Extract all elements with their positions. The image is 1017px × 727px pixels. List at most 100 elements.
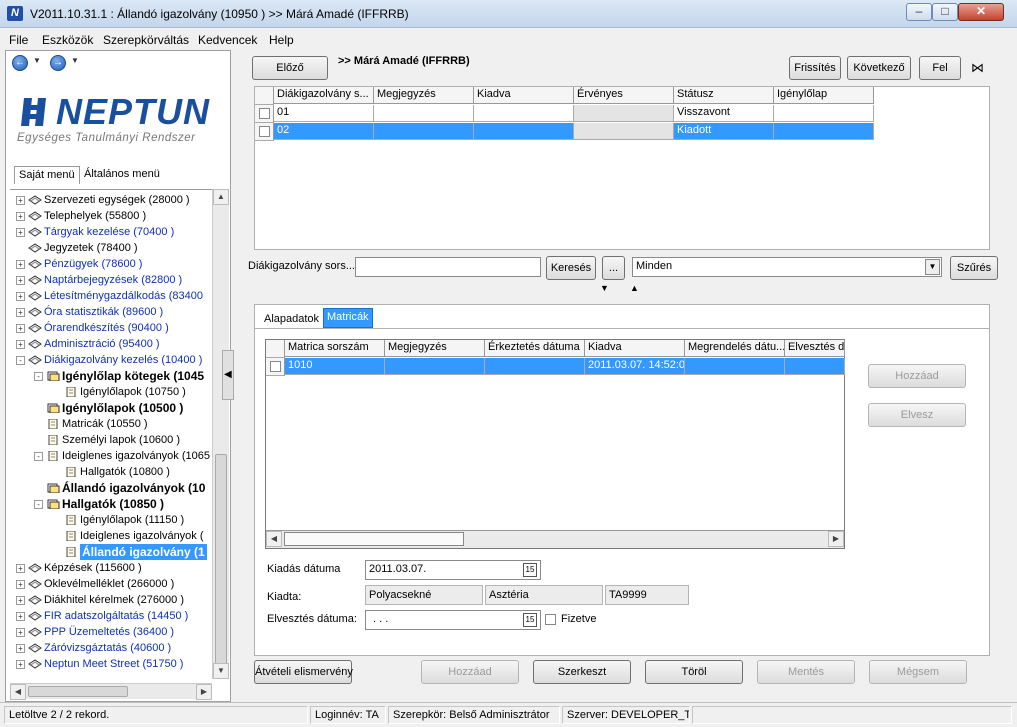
menu-tools[interactable]: Eszközök xyxy=(42,33,93,47)
scroll-left-icon[interactable]: ◀ xyxy=(266,531,282,547)
tree-item[interactable]: + Oklevélmelléklet (266000 ) xyxy=(10,576,212,592)
table-cell[interactable]: 1010 xyxy=(285,358,385,375)
forward-dropdown-icon[interactable]: ▼ xyxy=(71,56,79,65)
remove-sticker-button[interactable]: Elvesz xyxy=(868,403,966,427)
collapse-up-icon[interactable]: ▲ xyxy=(630,283,639,293)
table-cell[interactable] xyxy=(785,358,845,375)
table-cell[interactable] xyxy=(385,358,485,375)
row-checkbox[interactable] xyxy=(259,108,270,119)
tree-item[interactable]: Személyi lapok (10600 ) xyxy=(10,432,212,448)
tree-vertical-scrollbar[interactable]: ▲ ▼ xyxy=(212,189,229,679)
expand-icon[interactable]: + xyxy=(16,340,25,349)
table-cell[interactable] xyxy=(485,358,585,375)
expand-icon[interactable]: + xyxy=(16,612,25,621)
expand-icon[interactable]: + xyxy=(16,196,25,205)
search-input[interactable] xyxy=(355,257,541,277)
tab-basic-data[interactable]: Alapadatok xyxy=(261,311,322,329)
add-sticker-button[interactable]: Hozzáad xyxy=(868,364,966,388)
expand-icon[interactable]: + xyxy=(16,276,25,285)
tree-item[interactable]: Hallgatók (10800 ) xyxy=(10,464,212,480)
forward-icon[interactable]: → xyxy=(50,55,66,71)
table-cell[interactable]: 01 xyxy=(274,105,374,122)
col-header[interactable]: Matrica sorszám xyxy=(285,340,385,357)
scroll-thumb-h[interactable] xyxy=(28,686,128,697)
tree-item[interactable]: + Diákhitel kérelmek (276000 ) xyxy=(10,592,212,608)
cancel-button[interactable]: Mégsem xyxy=(869,660,967,684)
expand-icon[interactable]: + xyxy=(16,628,25,637)
tree-item[interactable]: + Órarendkészítés (90400 ) xyxy=(10,320,212,336)
collapse-icon[interactable]: - xyxy=(34,372,43,381)
table-cell[interactable] xyxy=(374,123,474,140)
tab-general-menu[interactable]: Általános menü xyxy=(80,166,164,184)
chevron-down-icon[interactable]: ▼ xyxy=(925,259,940,275)
row-selector[interactable] xyxy=(255,123,274,141)
lost-date-field[interactable]: . . . 15 xyxy=(365,610,541,630)
tree-item[interactable]: Jegyzetek (78400 ) xyxy=(10,240,212,256)
tree-item[interactable]: + Neptun Meet Street (51750 ) xyxy=(10,656,212,672)
scroll-up-icon[interactable]: ▲ xyxy=(213,189,229,205)
tree-item[interactable]: - Igénylőlap kötegek (1045 xyxy=(10,368,212,384)
pin-icon[interactable]: ⋈ xyxy=(971,60,984,76)
expand-icon[interactable]: + xyxy=(16,644,25,653)
tree-item[interactable]: - Diákigazolvány kezelés (10400 ) xyxy=(10,352,212,368)
tree-item[interactable]: Állandó igazolványok (10 xyxy=(10,480,212,496)
table-cell[interactable] xyxy=(774,105,874,122)
maximize-button[interactable]: □ xyxy=(932,3,958,21)
col-header[interactable]: Diákigazolvány s... xyxy=(274,87,374,104)
table-cell[interactable] xyxy=(685,358,785,375)
scroll-right-icon[interactable]: ▶ xyxy=(196,684,212,700)
table-cell[interactable]: 02 xyxy=(274,123,374,140)
scroll-thumb-h[interactable] xyxy=(284,532,464,546)
delete-button[interactable]: Töröl xyxy=(645,660,743,684)
tree-item[interactable]: + Képzések (115600 ) xyxy=(10,560,212,576)
tree-item[interactable]: Igénylőlapok (11150 ) xyxy=(10,512,212,528)
expand-icon[interactable]: + xyxy=(16,212,25,221)
col-header[interactable]: Kiadva xyxy=(585,340,685,357)
expand-icon[interactable]: + xyxy=(16,564,25,573)
collapse-icon[interactable]: - xyxy=(34,452,43,461)
calendar-icon[interactable]: 15 xyxy=(523,563,537,577)
search-button[interactable]: Keresés xyxy=(546,256,596,280)
collapse-icon[interactable]: - xyxy=(16,356,25,365)
tree-item[interactable]: + Adminisztráció (95400 ) xyxy=(10,336,212,352)
table-cell[interactable]: 2011.03.07. 14:52:0 xyxy=(585,358,685,375)
col-header[interactable]: Megrendelés dátu... xyxy=(685,340,785,357)
row-selector[interactable] xyxy=(255,105,274,123)
edit-button[interactable]: Szerkeszt xyxy=(533,660,631,684)
tree-item[interactable]: + Szervezeti egységek (28000 ) xyxy=(10,192,212,208)
tree-item[interactable]: + Tárgyak kezelése (70400 ) xyxy=(10,224,212,240)
tab-stickers[interactable]: Matricák xyxy=(323,308,373,328)
previous-button[interactable]: Előző xyxy=(252,56,328,80)
tree-item[interactable]: - Ideiglenes igazolványok (1065 xyxy=(10,448,212,464)
collapse-down-icon[interactable]: ▼ xyxy=(600,283,609,293)
tree-item[interactable]: Állandó igazolvány (1 xyxy=(10,544,212,560)
tree-item[interactable]: + Óra statisztikák (89600 ) xyxy=(10,304,212,320)
table-cell[interactable]: Kiadott xyxy=(674,123,774,140)
col-header[interactable]: Kiadva xyxy=(474,87,574,104)
back-dropdown-icon[interactable]: ▼ xyxy=(33,56,41,65)
up-button[interactable]: Fel xyxy=(919,56,961,80)
collapse-left-icon[interactable]: ◀ xyxy=(224,369,232,380)
filter-select[interactable]: Minden ▼ xyxy=(632,257,942,277)
expand-icon[interactable]: + xyxy=(16,228,25,237)
tree-item[interactable]: - Hallgatók (10850 ) xyxy=(10,496,212,512)
receipt-button[interactable]: Átvételi elismervény xyxy=(254,660,353,684)
panel-resize-toggle[interactable]: ▼ ▲ xyxy=(596,283,648,295)
add-button[interactable]: Hozzáad xyxy=(421,660,519,684)
col-header[interactable]: Státusz xyxy=(674,87,774,104)
save-button[interactable]: Mentés xyxy=(757,660,855,684)
menu-help[interactable]: Help xyxy=(269,33,294,47)
back-icon[interactable]: ← xyxy=(12,55,28,71)
table-cell[interactable] xyxy=(474,123,574,140)
tab-own-menu[interactable]: Saját menü xyxy=(14,166,80,184)
expand-icon[interactable]: + xyxy=(16,308,25,317)
calendar-icon[interactable]: 15 xyxy=(523,613,537,627)
issue-date-field[interactable]: 2011.03.07. 15 xyxy=(365,560,541,580)
scroll-thumb[interactable] xyxy=(215,454,227,664)
col-header[interactable]: Elvesztés d xyxy=(785,340,845,357)
tree-item[interactable]: Igénylőlapok (10500 ) xyxy=(10,400,212,416)
grid-horizontal-scrollbar[interactable]: ◀ ▶ xyxy=(266,530,844,548)
pane-splitter[interactable]: ◀ xyxy=(222,350,234,400)
tree-item[interactable]: Matricák (10550 ) xyxy=(10,416,212,432)
col-header[interactable]: Megjegyzés xyxy=(374,87,474,104)
